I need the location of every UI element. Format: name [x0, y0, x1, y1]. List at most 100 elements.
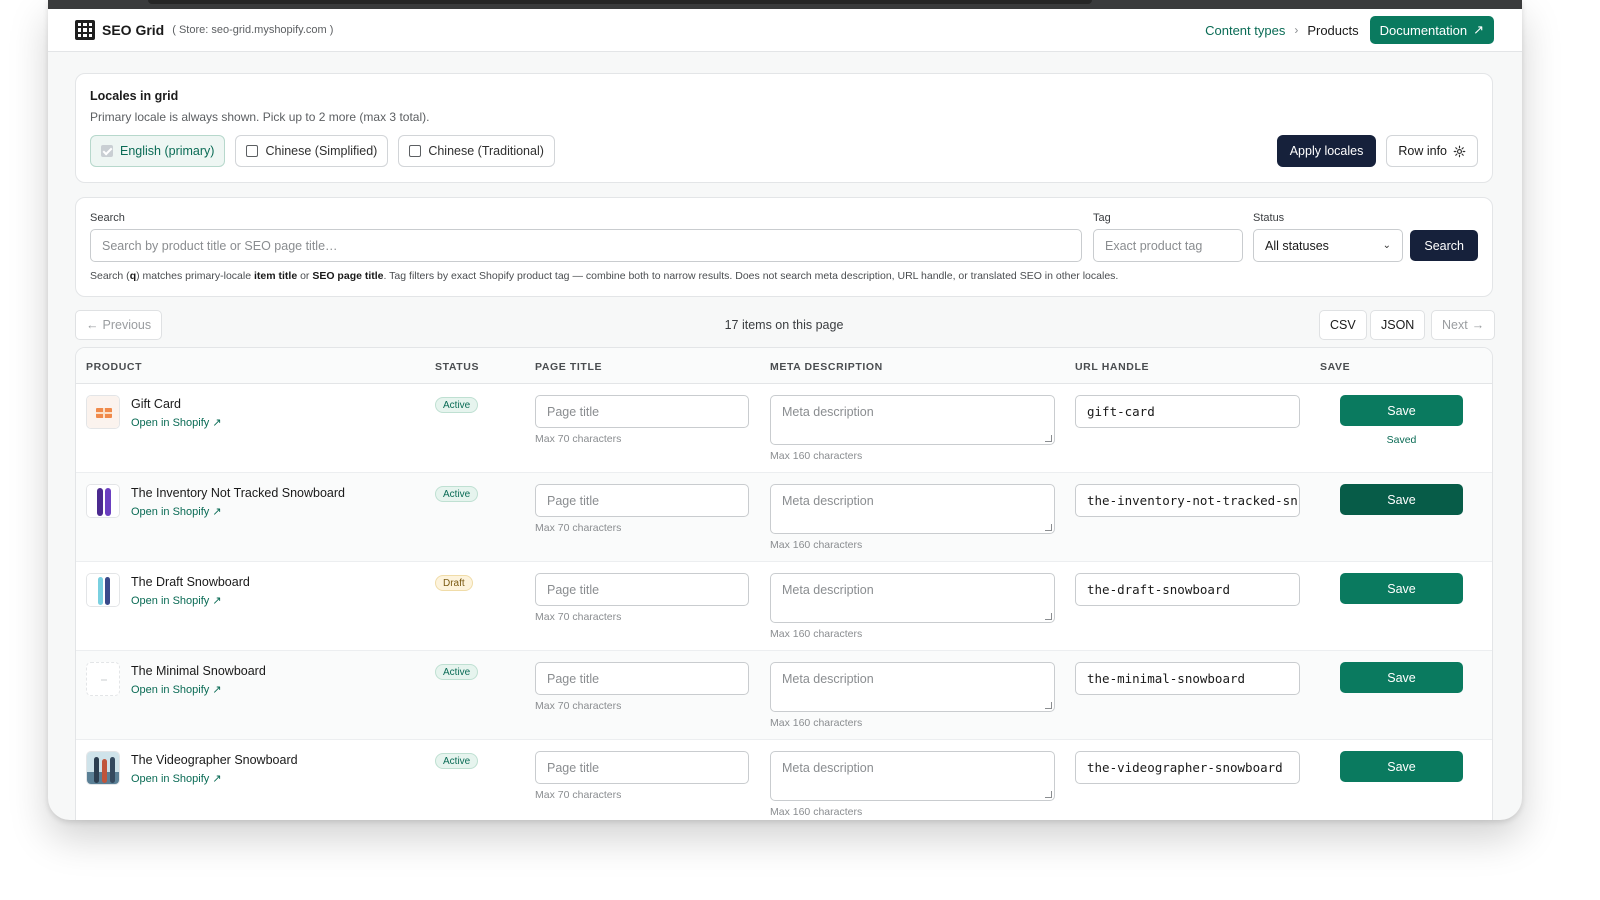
meta-description-hint: Max 160 characters [770, 717, 863, 729]
locale-english-label: English (primary) [120, 144, 215, 158]
breadcrumb-content-types[interactable]: Content types [1205, 23, 1285, 38]
search-input[interactable]: Search by product title or SEO page titl… [90, 229, 1082, 262]
csv-button[interactable]: CSV [1319, 310, 1367, 340]
meta-description-hint: Max 160 characters [770, 806, 863, 818]
chevron-right-icon: › [1294, 23, 1299, 37]
meta-description-input[interactable]: Meta description [770, 395, 1055, 445]
header-url-handle: URL HANDLE [1075, 361, 1150, 373]
app-header: SEO Grid ( Store: seo-grid.myshopify.com… [48, 9, 1522, 52]
status-badge: Active [435, 397, 479, 413]
tag-label: Tag [1093, 212, 1111, 224]
save-button[interactable]: Save [1340, 573, 1463, 604]
product-name: The Videographer Snowboard [131, 753, 298, 767]
documentation-label: Documentation [1379, 22, 1468, 38]
locale-english-chip[interactable]: English (primary) [90, 135, 226, 167]
products-table: PRODUCT STATUS PAGE TITLE META DESCRIPTI… [75, 347, 1493, 820]
status-badge: Active [435, 664, 479, 680]
previous-label: Previous [102, 318, 152, 332]
external-link-icon: ↗ [212, 684, 222, 696]
page-title-hint: Max 70 characters [535, 789, 622, 801]
meta-description-input[interactable]: Meta description [770, 484, 1055, 534]
page-title-input[interactable]: Page title [535, 751, 749, 784]
store-domain: ( Store: seo-grid.myshopify.com ) [172, 24, 334, 36]
open-in-shopify-link[interactable]: Open in Shopify ↗ [131, 594, 222, 607]
snowboard-thumbnail [86, 573, 120, 607]
placeholder-thumbnail [86, 662, 120, 696]
table-row: Gift Card Open in Shopify ↗ Active Page … [76, 384, 1492, 473]
gift-card-thumbnail [86, 395, 120, 429]
search-help-text: Search (q) matches primary-locale item t… [90, 270, 1119, 282]
locale-chinese-simplified-label: Chinese (Simplified) [265, 144, 378, 158]
table-row: The Videographer Snowboard Open in Shopi… [76, 740, 1492, 820]
table-row: The Minimal Snowboard Open in Shopify ↗ … [76, 651, 1492, 740]
meta-description-hint: Max 160 characters [770, 450, 863, 462]
json-button[interactable]: JSON [1370, 310, 1426, 340]
locales-card: Locales in grid Primary locale is always… [75, 73, 1493, 183]
previous-button[interactable]: ← Previous [75, 310, 163, 340]
page-title-hint: Max 70 characters [535, 611, 622, 623]
snowboard-thumbnail [86, 484, 120, 518]
page-title-input[interactable]: Page title [535, 484, 749, 517]
arrow-right-icon: → [1471, 318, 1485, 332]
locale-chinese-simplified-chip[interactable]: Chinese (Simplified) [235, 135, 389, 167]
search-card: Search Search by product title or SEO pa… [75, 197, 1493, 297]
open-in-shopify-link[interactable]: Open in Shopify ↗ [131, 416, 222, 429]
meta-description-input[interactable]: Meta description [770, 751, 1055, 801]
locale-chinese-traditional-label: Chinese (Traditional) [428, 144, 544, 158]
apply-locales-button[interactable]: Apply locales [1276, 135, 1377, 167]
open-in-shopify-link[interactable]: Open in Shopify ↗ [131, 683, 222, 696]
product-name: Gift Card [131, 397, 182, 411]
save-button[interactable]: Save [1340, 751, 1463, 782]
header-page-title: PAGE TITLE [535, 361, 603, 373]
locales-subtitle: Primary locale is always shown. Pick up … [90, 110, 430, 124]
url-handle-input[interactable]: the-inventory-not-tracked-sn [1075, 484, 1300, 517]
search-button[interactable]: Search [1410, 230, 1478, 261]
external-link-icon: ↗ [212, 417, 222, 429]
open-in-shopify-link[interactable]: Open in Shopify ↗ [131, 772, 222, 785]
app-window: SEO Grid ( Store: seo-grid.myshopify.com… [48, 0, 1522, 820]
gear-icon [1453, 145, 1466, 157]
pagination-bar: ← Previous 17 items on this page CSV JSO… [75, 310, 1496, 340]
next-button[interactable]: Next → [1431, 310, 1496, 340]
page-title-hint: Max 70 characters [535, 522, 622, 534]
app-title: SEO Grid [102, 22, 165, 38]
product-name: The Inventory Not Tracked Snowboard [131, 486, 346, 500]
product-name: The Draft Snowboard [131, 575, 250, 589]
save-button[interactable]: Save [1340, 484, 1463, 515]
locale-chinese-traditional-checkbox[interactable] [409, 145, 422, 157]
locales-title: Locales in grid [90, 89, 179, 103]
save-button[interactable]: Save [1340, 395, 1463, 426]
arrow-left-icon: ← [86, 318, 99, 332]
locale-english-checkbox [101, 145, 113, 157]
window-top-strip [48, 0, 1522, 9]
page-title-input[interactable]: Page title [535, 395, 749, 428]
status-select[interactable]: All statuses ⌄ [1253, 229, 1403, 262]
items-count: 17 items on this page [724, 318, 844, 332]
status-badge: Active [435, 753, 479, 769]
locale-chinese-simplified-checkbox[interactable] [246, 145, 259, 157]
meta-description-input[interactable]: Meta description [770, 573, 1055, 623]
external-link-icon: ↗ [212, 595, 222, 607]
tag-input[interactable]: Exact product tag [1093, 229, 1243, 262]
url-handle-input[interactable]: the-minimal-snowboard [1075, 662, 1300, 695]
url-handle-input[interactable]: the-draft-snowboard [1075, 573, 1300, 606]
chevron-down-icon: ⌄ [1382, 240, 1391, 251]
app-grid-logo [75, 20, 95, 40]
url-handle-input[interactable]: the-videographer-snowboard [1075, 751, 1300, 784]
status-select-value: All statuses [1265, 238, 1329, 253]
meta-description-input[interactable]: Meta description [770, 662, 1055, 712]
page-title-input[interactable]: Page title [535, 662, 749, 695]
page-title-input[interactable]: Page title [535, 573, 749, 606]
table-row: The Draft Snowboard Open in Shopify ↗ Dr… [76, 562, 1492, 651]
open-in-shopify-link[interactable]: Open in Shopify ↗ [131, 505, 222, 518]
search-label: Search [90, 212, 125, 224]
product-name: The Minimal Snowboard [131, 664, 266, 678]
locale-chinese-traditional-chip[interactable]: Chinese (Traditional) [398, 135, 555, 167]
saved-status: Saved [1386, 434, 1417, 446]
documentation-button[interactable]: Documentation ↗ [1369, 16, 1494, 44]
url-handle-input[interactable]: gift-card [1075, 395, 1300, 428]
header-product: PRODUCT [86, 361, 143, 373]
save-button[interactable]: Save [1340, 662, 1463, 693]
row-info-button[interactable]: Row info [1386, 135, 1478, 167]
meta-description-hint: Max 160 characters [770, 628, 863, 640]
